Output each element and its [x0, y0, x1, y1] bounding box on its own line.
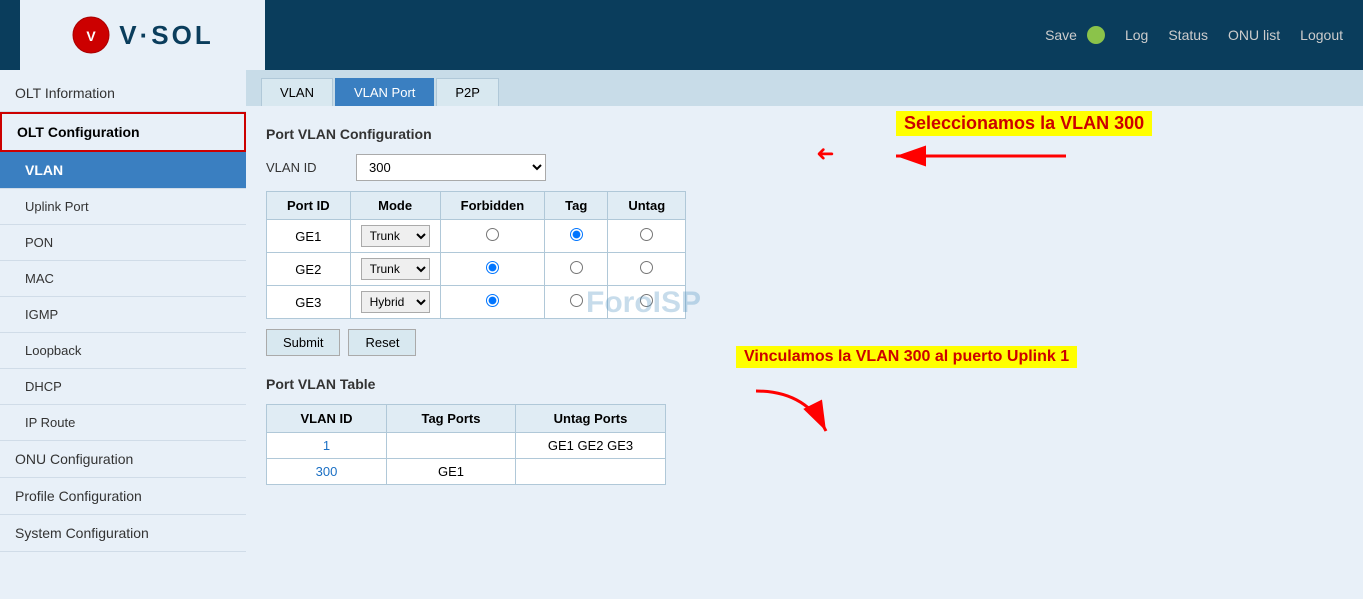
main-layout: OLT Information OLT Configuration VLAN U… [0, 70, 1363, 599]
section2-title: Port VLAN Table [266, 376, 1343, 392]
logo-text: V·SOL [119, 20, 213, 51]
onu-list-link[interactable]: ONU list [1228, 27, 1280, 43]
tag-ge3[interactable] [545, 286, 608, 319]
log-link[interactable]: Log [1125, 27, 1148, 43]
untag-ge3[interactable] [608, 286, 686, 319]
page-content: Seleccionamos la VLAN 300 ➜ Port VLAN Co… [246, 106, 1363, 500]
vlan-port-table: VLAN ID Tag Ports Untag Ports 1 GE1 GE2 … [266, 404, 666, 485]
untag-radio-ge3[interactable] [640, 294, 653, 307]
content-area: VLAN VLAN Port P2P Seleccionamos la VLAN… [246, 70, 1363, 599]
tag-ge1[interactable] [545, 220, 608, 253]
untag-ports-cell-300 [515, 459, 665, 485]
col-tag: Tag [545, 192, 608, 220]
section1-title: Port VLAN Configuration [266, 126, 1343, 142]
mode-ge2[interactable]: Trunk Hybrid Access [350, 253, 440, 286]
tab-vlan-port[interactable]: VLAN Port [335, 78, 434, 106]
status-link[interactable]: Status [1168, 27, 1208, 43]
status-dot [1087, 26, 1105, 44]
logout-link[interactable]: Logout [1300, 27, 1343, 43]
vlan-id-select[interactable]: 300 [356, 154, 546, 181]
reset-button[interactable]: Reset [348, 329, 416, 356]
sidebar-item-onu-config[interactable]: ONU Configuration [0, 441, 246, 478]
port-vlan-table: Port ID Mode Forbidden Tag Untag GE1 Tru… [266, 191, 686, 319]
port-ge2: GE2 [267, 253, 351, 286]
sidebar-item-igmp[interactable]: IGMP [0, 297, 246, 333]
forbidden-radio-ge3[interactable] [486, 294, 499, 307]
sidebar-item-vlan[interactable]: VLAN [0, 152, 246, 189]
untag-radio-ge1[interactable] [640, 228, 653, 241]
forbidden-ge1[interactable] [440, 220, 545, 253]
header-right: Save Log Status ONU list Logout [1045, 26, 1343, 44]
button-row: Submit Reset [266, 329, 1343, 356]
vlan-col-untag-ports: Untag Ports [515, 405, 665, 433]
vlan-table-row: 1 GE1 GE2 GE3 [267, 433, 666, 459]
mode-select-ge2[interactable]: Trunk Hybrid Access [361, 258, 430, 280]
untag-ge1[interactable] [608, 220, 686, 253]
forbidden-ge2[interactable] [440, 253, 545, 286]
vlan-id-cell-300: 300 [267, 459, 387, 485]
svg-text:V: V [87, 28, 97, 44]
tag-ports-cell-1 [386, 433, 515, 459]
sidebar-item-ip-route[interactable]: IP Route [0, 405, 246, 441]
sidebar-item-profile-config[interactable]: Profile Configuration [0, 478, 246, 515]
sidebar-item-loopback[interactable]: Loopback [0, 333, 246, 369]
col-mode: Mode [350, 192, 440, 220]
table-row: GE1 Trunk Hybrid Access [267, 220, 686, 253]
mode-select-ge3[interactable]: Trunk Hybrid Access [361, 291, 430, 313]
col-forbidden: Forbidden [440, 192, 545, 220]
tag-radio-ge1[interactable] [570, 228, 583, 241]
mode-ge1[interactable]: Trunk Hybrid Access [350, 220, 440, 253]
vsol-logo-icon: V [71, 15, 111, 55]
save-area: Save [1045, 26, 1105, 44]
vlan-col-tag-ports: Tag Ports [386, 405, 515, 433]
save-label: Save [1045, 27, 1077, 43]
vlan-id-cell-1: 1 [267, 433, 387, 459]
sidebar-item-system-config[interactable]: System Configuration [0, 515, 246, 552]
header: V V·SOL Save Log Status ONU list Logout [0, 0, 1363, 70]
col-untag: Untag [608, 192, 686, 220]
sidebar: OLT Information OLT Configuration VLAN U… [0, 70, 246, 599]
table-row: GE3 Trunk Hybrid Access [267, 286, 686, 319]
untag-radio-ge2[interactable] [640, 261, 653, 274]
sidebar-item-uplink-port[interactable]: Uplink Port [0, 189, 246, 225]
tabs-bar: VLAN VLAN Port P2P [246, 70, 1363, 106]
sidebar-item-pon[interactable]: PON [0, 225, 246, 261]
vlan-table-row: 300 GE1 [267, 459, 666, 485]
sidebar-item-mac[interactable]: MAC [0, 261, 246, 297]
submit-button[interactable]: Submit [266, 329, 340, 356]
vlan-id-label: VLAN ID [266, 160, 346, 175]
mode-ge3[interactable]: Trunk Hybrid Access [350, 286, 440, 319]
col-port-id: Port ID [267, 192, 351, 220]
vlan-id-row: VLAN ID 300 [266, 154, 1343, 181]
sidebar-item-olt-config[interactable]: OLT Configuration [0, 112, 246, 152]
tab-vlan[interactable]: VLAN [261, 78, 333, 106]
forbidden-radio-ge2[interactable] [486, 261, 499, 274]
sidebar-item-dhcp[interactable]: DHCP [0, 369, 246, 405]
tag-radio-ge3[interactable] [570, 294, 583, 307]
mode-select-ge1[interactable]: Trunk Hybrid Access [361, 225, 430, 247]
tag-ge2[interactable] [545, 253, 608, 286]
vlan-col-vlan-id: VLAN ID [267, 405, 387, 433]
forbidden-ge3[interactable] [440, 286, 545, 319]
untag-ports-cell-1: GE1 GE2 GE3 [515, 433, 665, 459]
tab-p2p[interactable]: P2P [436, 78, 499, 106]
logo-area: V V·SOL [20, 0, 265, 70]
sidebar-item-olt-info[interactable]: OLT Information [0, 75, 246, 112]
tag-ports-cell-300: GE1 [386, 459, 515, 485]
tag-radio-ge2[interactable] [570, 261, 583, 274]
port-ge1: GE1 [267, 220, 351, 253]
forbidden-radio-ge1[interactable] [486, 228, 499, 241]
untag-ge2[interactable] [608, 253, 686, 286]
port-ge3: GE3 [267, 286, 351, 319]
table-row: GE2 Trunk Hybrid Access [267, 253, 686, 286]
